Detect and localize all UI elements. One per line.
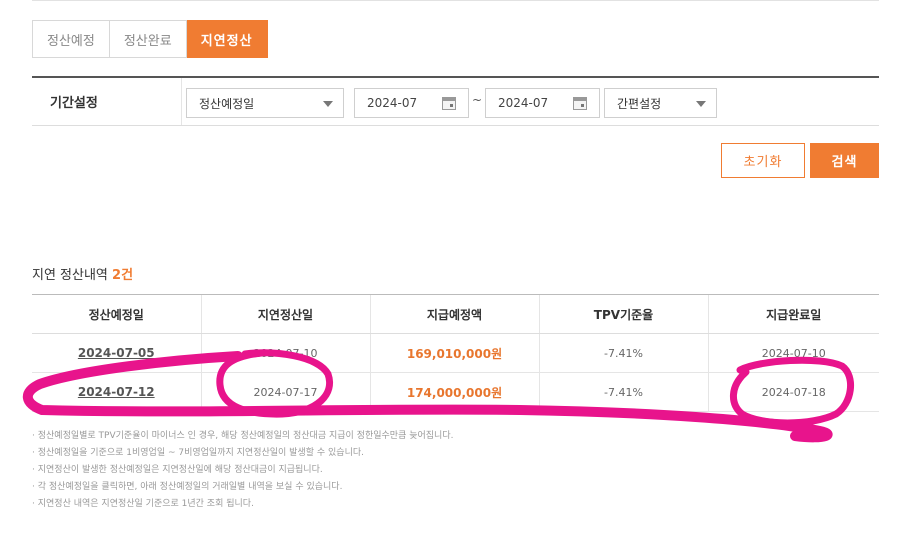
period-filter: 기간설정 정산예정일 2024-07 ~ 2024-07 간편설정 bbox=[32, 76, 879, 126]
calendar-icon[interactable] bbox=[442, 97, 456, 110]
paid-date-cell: 2024-07-10 bbox=[707, 333, 879, 373]
tab-completed[interactable]: 정산완료 bbox=[109, 20, 187, 58]
search-button[interactable]: 검색 bbox=[810, 143, 879, 178]
settlement-tabs: 정산예정 정산완료 지연정산 bbox=[32, 20, 268, 58]
tpv-rate-cell: -7.41% bbox=[538, 333, 708, 373]
top-divider bbox=[32, 0, 879, 1]
notice-item: 정산예정일을 기준으로 1비영업일 ~ 7비영업일까지 지연정산일이 발생할 수… bbox=[32, 445, 453, 462]
end-date-value: 2024-07 bbox=[498, 96, 549, 110]
end-date-input[interactable]: 2024-07 bbox=[485, 88, 600, 118]
period-label: 기간설정 bbox=[32, 78, 182, 125]
col-payment-amount: 지급예정액 bbox=[369, 294, 539, 334]
quick-period-value: 간편설정 bbox=[617, 96, 662, 111]
tab-scheduled[interactable]: 정산예정 bbox=[32, 20, 110, 58]
chevron-down-icon bbox=[696, 101, 706, 107]
section-title-text: 지연 정산내역 bbox=[32, 268, 108, 283]
table-row: 2024-07-05 2024-07-10 169,010,000원 -7.41… bbox=[32, 333, 879, 373]
col-paid-date: 지급완료일 bbox=[707, 294, 879, 334]
calendar-icon[interactable] bbox=[573, 97, 587, 110]
date-type-select[interactable]: 정산예정일 bbox=[186, 88, 344, 118]
tpv-rate-cell: -7.41% bbox=[538, 372, 708, 412]
delayed-date-cell: 2024-07-17 bbox=[200, 372, 370, 412]
payment-amount-cell: 174,000,000원 bbox=[369, 372, 539, 412]
start-date-value: 2024-07 bbox=[367, 96, 418, 110]
delayed-date-cell: 2024-07-10 bbox=[200, 333, 370, 373]
col-scheduled-date: 정산예정일 bbox=[32, 294, 201, 334]
date-type-value: 정산예정일 bbox=[199, 96, 255, 111]
result-count: 2건 bbox=[112, 268, 134, 283]
delayed-settlement-table: 정산예정일 지연정산일 지급예정액 TPV기준율 지급완료일 2024-07-0… bbox=[32, 294, 879, 412]
payment-amount-cell: 169,010,000원 bbox=[369, 333, 539, 373]
scheduled-date-link[interactable]: 2024-07-12 bbox=[32, 372, 201, 412]
tab-delayed[interactable]: 지연정산 bbox=[186, 20, 268, 58]
chevron-down-icon bbox=[323, 101, 333, 107]
date-range-separator: ~ bbox=[472, 93, 483, 107]
period-controls: 정산예정일 2024-07 ~ 2024-07 간편설정 bbox=[182, 78, 879, 125]
scheduled-date-link[interactable]: 2024-07-05 bbox=[32, 333, 201, 373]
col-tpv-rate: TPV기준율 bbox=[538, 294, 708, 334]
notice-item: 지연정산 내역은 지연정산일 기준으로 1년간 조회 됩니다. bbox=[32, 496, 453, 513]
notice-item: 각 정산예정일을 클릭하면, 아래 정산예정일의 거래일별 내역을 보실 수 있… bbox=[32, 479, 453, 496]
quick-period-select[interactable]: 간편설정 bbox=[604, 88, 717, 118]
col-delayed-date: 지연정산일 bbox=[200, 294, 370, 334]
table-row: 2024-07-12 2024-07-17 174,000,000원 -7.41… bbox=[32, 372, 879, 412]
notice-item: 지연정산이 발생한 정산예정일은 지연정산일에 해당 정산대금이 지급됩니다. bbox=[32, 462, 453, 479]
reset-button[interactable]: 초기화 bbox=[721, 143, 805, 178]
start-date-input[interactable]: 2024-07 bbox=[354, 88, 469, 118]
section-title: 지연 정산내역 2건 bbox=[32, 264, 133, 283]
paid-date-cell: 2024-07-18 bbox=[707, 372, 879, 412]
notice-item: 정산예정일별로 TPV기준율이 마이너스 인 경우, 해당 정산예정일의 정산대… bbox=[32, 428, 454, 445]
notice-list: 정산예정일별로 TPV기준율이 마이너스 인 경우, 해당 정산예정일의 정산대… bbox=[32, 428, 454, 513]
table-header-row: 정산예정일 지연정산일 지급예정액 TPV기준율 지급완료일 bbox=[32, 294, 879, 334]
